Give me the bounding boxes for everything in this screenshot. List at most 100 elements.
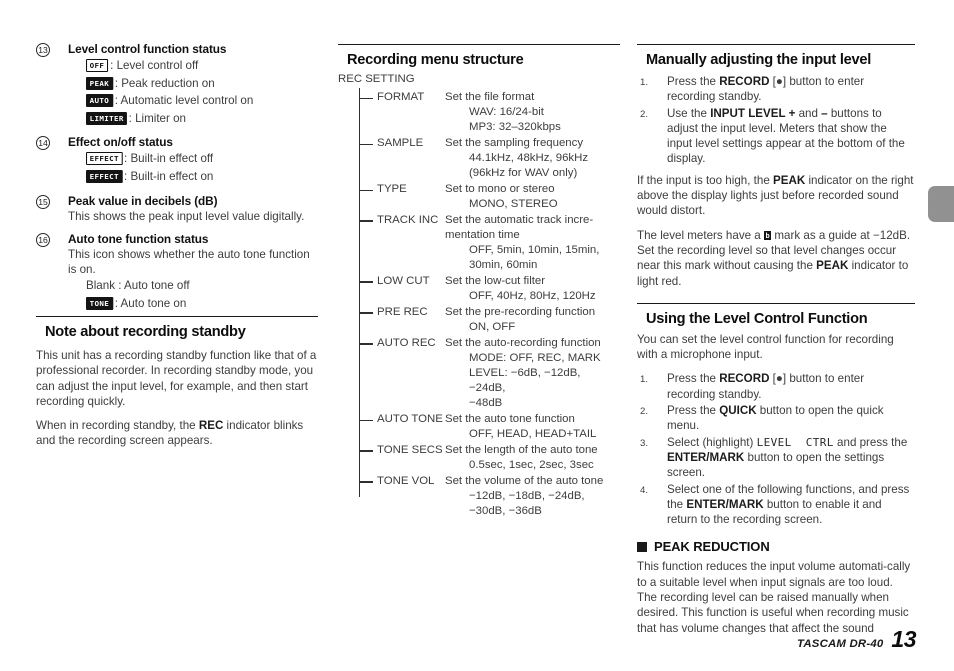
menu-item-tone-vol[interactable]: TONE VOL Set the volume of the auto tone −… (338, 474, 620, 519)
peak-reduction-paragraph: This function reduces the input volume a… (637, 560, 911, 635)
menu-heading: Recording menu structure (347, 52, 524, 68)
menu-item-type[interactable]: TYPE Set to mono or stereo MONO, STEREO (338, 182, 620, 212)
menu-item-low-cut[interactable]: LOW CUT Set the low-cut filter OFF, 40Hz, … (338, 274, 620, 304)
spec-sub-item: PEAK : Peak reduction on (68, 75, 318, 93)
menu-item-description: Set the low-cut filter (445, 275, 546, 287)
spec-item-16: 16 Auto tone function status This icon sho… (36, 232, 318, 313)
menu-item-name: SAMPLE (377, 137, 424, 149)
numbered-step: 1. Press the RECORD [●] button to enter r… (637, 371, 915, 402)
menu-item-name: AUTO REC (377, 337, 436, 349)
column-left: 13 Level control function status OFF : Lev… (36, 0, 318, 671)
step-number: 1. (640, 77, 649, 88)
lcd-badge-tone-inverted: TONE (86, 296, 113, 310)
spec-item-14: 14 Effect on/off status EFFECT : Built-in … (36, 135, 318, 185)
lcd-badge-off-outline: OFF (86, 59, 108, 72)
column-right: Manually adjusting the input level 1. Pre… (637, 0, 915, 671)
menu-item-name: TYPE (377, 183, 407, 195)
spec-sub-label: : Built-in effect on (124, 169, 214, 183)
step-number: 1. (640, 374, 649, 386)
menu-item-value: LEVEL: −6dB, −12dB, −24dB, (469, 367, 581, 394)
tree-branch-icon (359, 412, 377, 426)
menu-item-value: MONO, STEREO (469, 198, 558, 210)
spec-sub-label: Blank : Auto tone off (86, 279, 190, 293)
menu-item-format[interactable]: FORMAT Set the file format WAV: 16/24-bit M… (338, 90, 620, 135)
footer-brand: TASCAM DR-40 (797, 638, 884, 650)
menu-item-description: Set to mono or stereo (445, 183, 555, 195)
menu-item-description: Set the sampling frequency (445, 137, 584, 149)
manual-page: 13 Level control function status OFF : Lev… (0, 0, 954, 671)
spec-title: Peak value in decibels (dB) (68, 193, 218, 208)
step-text: Press the RECORD [●] button to enter rec… (667, 75, 865, 104)
note-section: Note about recording standby This unit h… (36, 312, 318, 449)
spec-item-15: 15 Peak value in decibels (dB) This shows … (36, 194, 318, 224)
lcd-badge-effect-outline: EFFECT (86, 152, 123, 166)
menu-item-description: Set the file format (445, 91, 535, 103)
spec-number-badge: 16 (36, 232, 50, 247)
menu-item-value: −48dB (469, 397, 503, 409)
menu-item-pre-rec[interactable]: PRE REC Set the pre-recording function ON,… (338, 305, 620, 335)
menu-item-value: 0.5sec, 1sec, 2sec, 3sec (469, 459, 594, 471)
menu-item-value: OFF, 40Hz, 80Hz, 120Hz (469, 290, 596, 302)
menu-item-sample[interactable]: SAMPLE Set the sampling frequency 44.1kHz,… (338, 136, 620, 181)
page-side-tab (928, 186, 954, 222)
spec-sub-item: OFF : Level control off (68, 57, 318, 75)
spec-item-13: 13 Level control function status OFF : Lev… (36, 42, 318, 127)
spec-title: Effect on/off status (68, 135, 173, 150)
footer-page-number: 13 (891, 626, 916, 652)
spec-number-badge: 14 (36, 136, 50, 151)
spec-title: Auto tone function status (68, 231, 209, 246)
menu-item-value: MODE: OFF, REC, MARK (469, 352, 601, 364)
menu-item-track-inc[interactable]: TRACK INC Set the automatic track incre-m… (338, 213, 620, 273)
step-number: 2. (640, 108, 649, 120)
tree-branch-icon (359, 474, 377, 488)
spec-title: Level control function status (68, 42, 227, 56)
numbered-step: 2. Press the QUICK button to open the qui… (637, 403, 915, 434)
menu-item-description: Set the length of the auto tone (445, 444, 598, 456)
lcd-badge-effect-inverted: EFFECT (86, 169, 123, 183)
menu-item-value: ON, OFF (469, 321, 516, 333)
step-number: 2. (640, 406, 649, 418)
menu-item-name: LOW CUT (377, 275, 430, 287)
tree-branch-icon (359, 213, 377, 227)
spec-list: 13 Level control function status OFF : Lev… (36, 42, 318, 314)
step-text: Use the INPUT LEVEL + and – buttons to a… (667, 106, 905, 166)
input-level-heading: Manually adjusting the input level (646, 52, 872, 68)
tree-branch-icon (359, 305, 377, 319)
spec-description: This icon shows whether the auto tone fu… (68, 247, 310, 276)
input-level-heading-rule: Manually adjusting the input level (637, 44, 915, 69)
lcd-badge-limiter-inverted: LIMITER (86, 111, 128, 125)
note-paragraph-2: When in recording standby, the REC indic… (36, 419, 304, 448)
spec-sub-label: : Auto tone on (114, 296, 187, 310)
menu-item-value: OFF, HEAD, HEAD+TAIL (469, 428, 597, 440)
menu-item-value: 44.1kHz, 48kHz, 96kHz (469, 152, 589, 164)
menu-item-value: OFF, 5min, 10min, 15min, (469, 244, 600, 256)
menu-item-description: Set the automatic track incre-mentation … (445, 214, 594, 241)
menu-item-value: WAV: 16/24-bit (469, 106, 544, 118)
menu-item-value: 30min, 60min (469, 259, 538, 271)
menu-item-description: Set the auto tone function (445, 413, 575, 425)
tree-branch-icon (359, 443, 377, 457)
menu-item-tone-secs[interactable]: TONE SECS Set the length of the auto tone… (338, 443, 620, 473)
level-control-intro: You can set the level control function f… (637, 332, 894, 362)
input-level-steps: 1. Press the RECORD [●] button to enter r… (637, 74, 915, 167)
tree-branch-icon (359, 274, 377, 288)
column-middle: Recording menu structure REC SETTING FOR… (338, 0, 620, 671)
spec-sub-label: : Limiter on (128, 111, 186, 125)
spec-sub-item: TONE : Auto tone on (68, 295, 318, 313)
menu-tree-items: FORMAT Set the file format WAV: 16/24-bit M… (338, 90, 620, 519)
menu-item-name: TONE VOL (377, 475, 435, 487)
spec-sub-item: LIMITER : Limiter on (68, 110, 318, 128)
tree-branch-icon (359, 336, 377, 350)
spec-number-badge: 15 (36, 194, 50, 209)
numbered-step: 1. Press the RECORD [●] button to enter r… (637, 74, 915, 105)
note-body: This unit has a recording standby functi… (36, 348, 318, 449)
menu-item-auto-tone[interactable]: AUTO TONE Set the auto tone function OFF, … (338, 412, 620, 442)
menu-item-auto-rec[interactable]: AUTO REC Set the auto-recording function M… (338, 336, 620, 411)
menu-item-description: Set the pre-recording function (445, 306, 596, 318)
menu-item-name: TRACK INC (377, 214, 439, 226)
numbered-step: 3. Select (highlight) LEVEL CTRL and pres… (637, 435, 915, 481)
spec-sub-item: Blank : Auto tone off (68, 277, 318, 295)
spec-sub-item: AUTO : Automatic level control on (68, 92, 318, 110)
spec-sub-label: : Level control off (110, 59, 199, 72)
level-control-steps: 1. Press the RECORD [●] button to enter r… (637, 371, 915, 527)
